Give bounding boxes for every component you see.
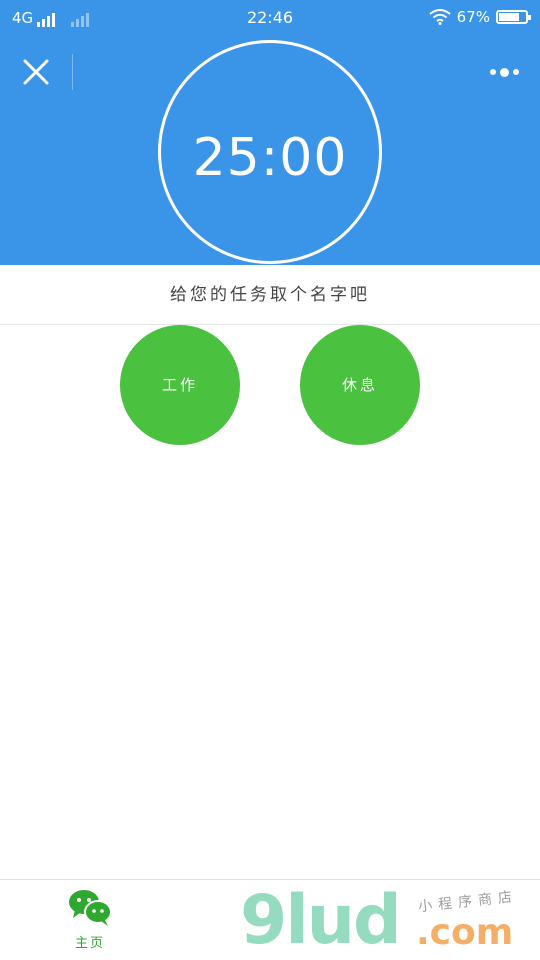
status-right: 67%: [429, 8, 531, 26]
timer-display: 25:00: [192, 128, 348, 188]
battery-icon: [496, 10, 531, 24]
tab-home-label: 主页: [74, 936, 105, 951]
more-button[interactable]: [486, 60, 522, 84]
close-icon: [23, 59, 49, 85]
watermark-logo: 9lud: [240, 881, 402, 960]
battery-percent: 67%: [456, 8, 490, 26]
watermark: 9lud 小程序商店 .com: [240, 885, 540, 960]
rest-button[interactable]: 休息: [300, 325, 420, 445]
close-button[interactable]: [20, 56, 52, 88]
watermark-suffix: .com: [416, 912, 514, 953]
more-dot: [499, 67, 509, 77]
wifi-icon: [429, 9, 451, 25]
nav-divider: [72, 54, 73, 90]
work-button[interactable]: 工作: [120, 325, 240, 445]
header-area: 4G 22:46 67% 25:00: [0, 0, 540, 265]
more-dot: [489, 69, 496, 75]
tab-home[interactable]: 主页: [50, 888, 130, 958]
status-bar: 4G 22:46 67%: [0, 0, 540, 36]
wechat-chat-icon: [69, 890, 112, 926]
task-name-input[interactable]: 给您的任务取个名字吧: [0, 265, 540, 325]
more-dot: [512, 69, 519, 75]
